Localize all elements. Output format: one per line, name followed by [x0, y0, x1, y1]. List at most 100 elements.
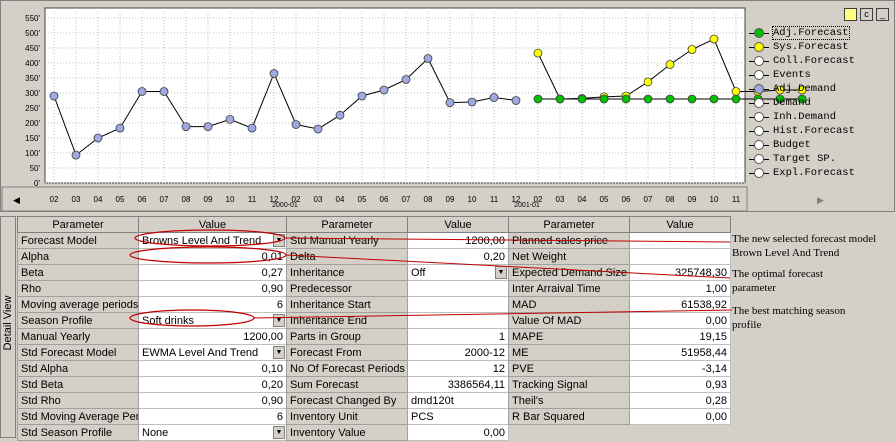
table-row: Sum Forecast 3386564,11 [286, 376, 509, 393]
y-tick-label: 500' [25, 29, 40, 38]
table-row: Predecessor [286, 280, 509, 297]
param-value-cell[interactable]: -3,14 [629, 360, 731, 377]
legend-item[interactable]: Coll.Forecast [749, 54, 889, 68]
param-value-cell[interactable] [629, 232, 731, 249]
param-value-cell[interactable]: 61538,92 [629, 296, 731, 313]
param-value-dropdown[interactable]: Soft drinks ▼ [138, 312, 287, 329]
param-value-cell[interactable] [407, 312, 509, 329]
x-tick-label: 05 [116, 195, 125, 204]
data-point [511, 96, 521, 105]
data-point [489, 93, 499, 102]
param-label: ME [508, 344, 630, 361]
minimize-button[interactable]: _ [876, 8, 889, 21]
param-value-cell[interactable]: 0,93 [629, 376, 731, 393]
table-row: Expected Demand Size 325748,30 [508, 264, 731, 281]
x-tick-label: 08 [424, 195, 433, 204]
param-value-cell[interactable]: 1 [407, 328, 509, 345]
legend-item[interactable]: Expl.Forecast [749, 166, 889, 180]
param-value-dropdown[interactable]: None ▼ [138, 424, 287, 441]
legend-marker-icon [749, 168, 769, 178]
param-value-dropdown[interactable]: EWMA Level And Trend ▼ [138, 344, 287, 361]
param-value-cell[interactable]: 2000-12 [407, 344, 509, 361]
table-row: Std Beta 0,20 [17, 376, 287, 393]
param-value-cell[interactable]: 0,10 [138, 360, 287, 377]
param-value-cell[interactable]: 19,15 [629, 328, 731, 345]
param-value-cell[interactable]: 1200,00 [407, 232, 509, 249]
param-header: Parameter [508, 216, 630, 233]
param-label: Moving average periods [17, 296, 139, 313]
param-value-cell[interactable]: 12 [407, 360, 509, 377]
legend-item[interactable]: Target SP. [749, 152, 889, 166]
param-value-cell[interactable]: dmd120t [407, 392, 509, 409]
table-row: Moving average periods 6 [17, 296, 287, 313]
param-value-cell[interactable]: 0,00 [629, 312, 731, 329]
legend-label: Adj.Demand [773, 83, 837, 95]
legend-item[interactable]: Budget [749, 138, 889, 152]
x-tick-label: 06 [380, 195, 389, 204]
table-row: No Of Forecast Periods 12 [286, 360, 509, 377]
param-label: Tracking Signal [508, 376, 630, 393]
legend-item[interactable]: Demand [749, 96, 889, 110]
data-point [335, 110, 345, 120]
param-value-cell[interactable]: PCS [407, 408, 509, 425]
table-row: ME 51958,44 [508, 344, 731, 361]
param-value-cell[interactable]: 1,00 [629, 280, 731, 297]
param-value-cell[interactable]: 6 [138, 408, 287, 425]
value-header: Value [407, 216, 509, 233]
param-value-cell[interactable] [407, 280, 509, 297]
param-value-cell[interactable]: 0,90 [138, 280, 287, 297]
data-point [665, 60, 675, 69]
dropdown-arrow-icon[interactable]: ▼ [273, 234, 285, 247]
param-value-dropdown[interactable]: Browns Level And Trend ▼ [138, 232, 287, 249]
legend-item[interactable]: Sys.Forecast [749, 40, 889, 54]
legend-item[interactable]: Hist.Forecast [749, 124, 889, 138]
table-row: MAD 61538,92 [508, 296, 731, 313]
x-axis-strip [1, 186, 748, 212]
param-value-cell[interactable]: 325748,30 [629, 264, 731, 281]
param-value-cell[interactable]: 1200,00 [138, 328, 287, 345]
param-value-cell[interactable]: 3386564,11 [407, 376, 509, 393]
x-tick-label: 08 [182, 195, 191, 204]
legend-item[interactable]: Adj.Demand [749, 82, 889, 96]
x-tick-label: 10 [710, 195, 719, 204]
data-point [687, 94, 697, 104]
dropdown-arrow-icon[interactable]: ▼ [273, 314, 285, 327]
detail-view-tab[interactable]: Detail View [0, 216, 16, 438]
dropdown-arrow-icon[interactable]: ▼ [273, 346, 285, 359]
legend-item[interactable]: Events [749, 68, 889, 82]
table-row: Rho 0,90 [17, 280, 287, 297]
param-value-cell[interactable]: 51958,44 [629, 344, 731, 361]
c-button[interactable]: c [860, 8, 873, 21]
x-tick-label: 09 [204, 195, 213, 204]
param-value-cell[interactable] [407, 296, 509, 313]
data-point [643, 77, 653, 87]
legend-label: Sys.Forecast [773, 41, 849, 53]
dropdown-value: Browns Level And Trend [142, 234, 262, 247]
param-label: Theil's [508, 392, 630, 409]
param-value-cell[interactable]: 0,28 [629, 392, 731, 409]
param-value-cell[interactable]: 6 [138, 296, 287, 313]
param-label: Planned sales price [508, 232, 630, 249]
param-value-cell[interactable]: 0,90 [138, 392, 287, 409]
param-value-cell[interactable]: 0,20 [138, 376, 287, 393]
param-value-cell[interactable] [629, 248, 731, 265]
color-toggle-button[interactable] [844, 8, 857, 21]
table-row: Parts in Group 1 [286, 328, 509, 345]
param-value-cell[interactable]: 0,00 [407, 424, 509, 441]
param-label: R Bar Squared [508, 408, 630, 425]
x-tick-label: 07 [402, 195, 411, 204]
dropdown-arrow-icon[interactable]: ▼ [273, 426, 285, 439]
data-point [599, 94, 609, 104]
param-label: Predecessor [286, 280, 408, 297]
annotation-forecast-model: The new selected forecast model Brown Le… [732, 233, 877, 259]
legend-item[interactable]: Adj.Forecast [749, 26, 889, 40]
param-value-cell[interactable]: 0,01 [138, 248, 287, 265]
param-value-cell[interactable]: 0,00 [629, 408, 731, 425]
dropdown-arrow-icon[interactable]: ▼ [495, 266, 507, 279]
param-value-cell[interactable]: 0,27 [138, 264, 287, 281]
legend-marker-icon [749, 56, 769, 66]
legend-item[interactable]: Inh.Demand [749, 110, 889, 124]
param-value-dropdown[interactable]: Off ▼ [407, 264, 509, 281]
param-label: Std Forecast Model [17, 344, 139, 361]
param-value-cell[interactable]: 0,20 [407, 248, 509, 265]
